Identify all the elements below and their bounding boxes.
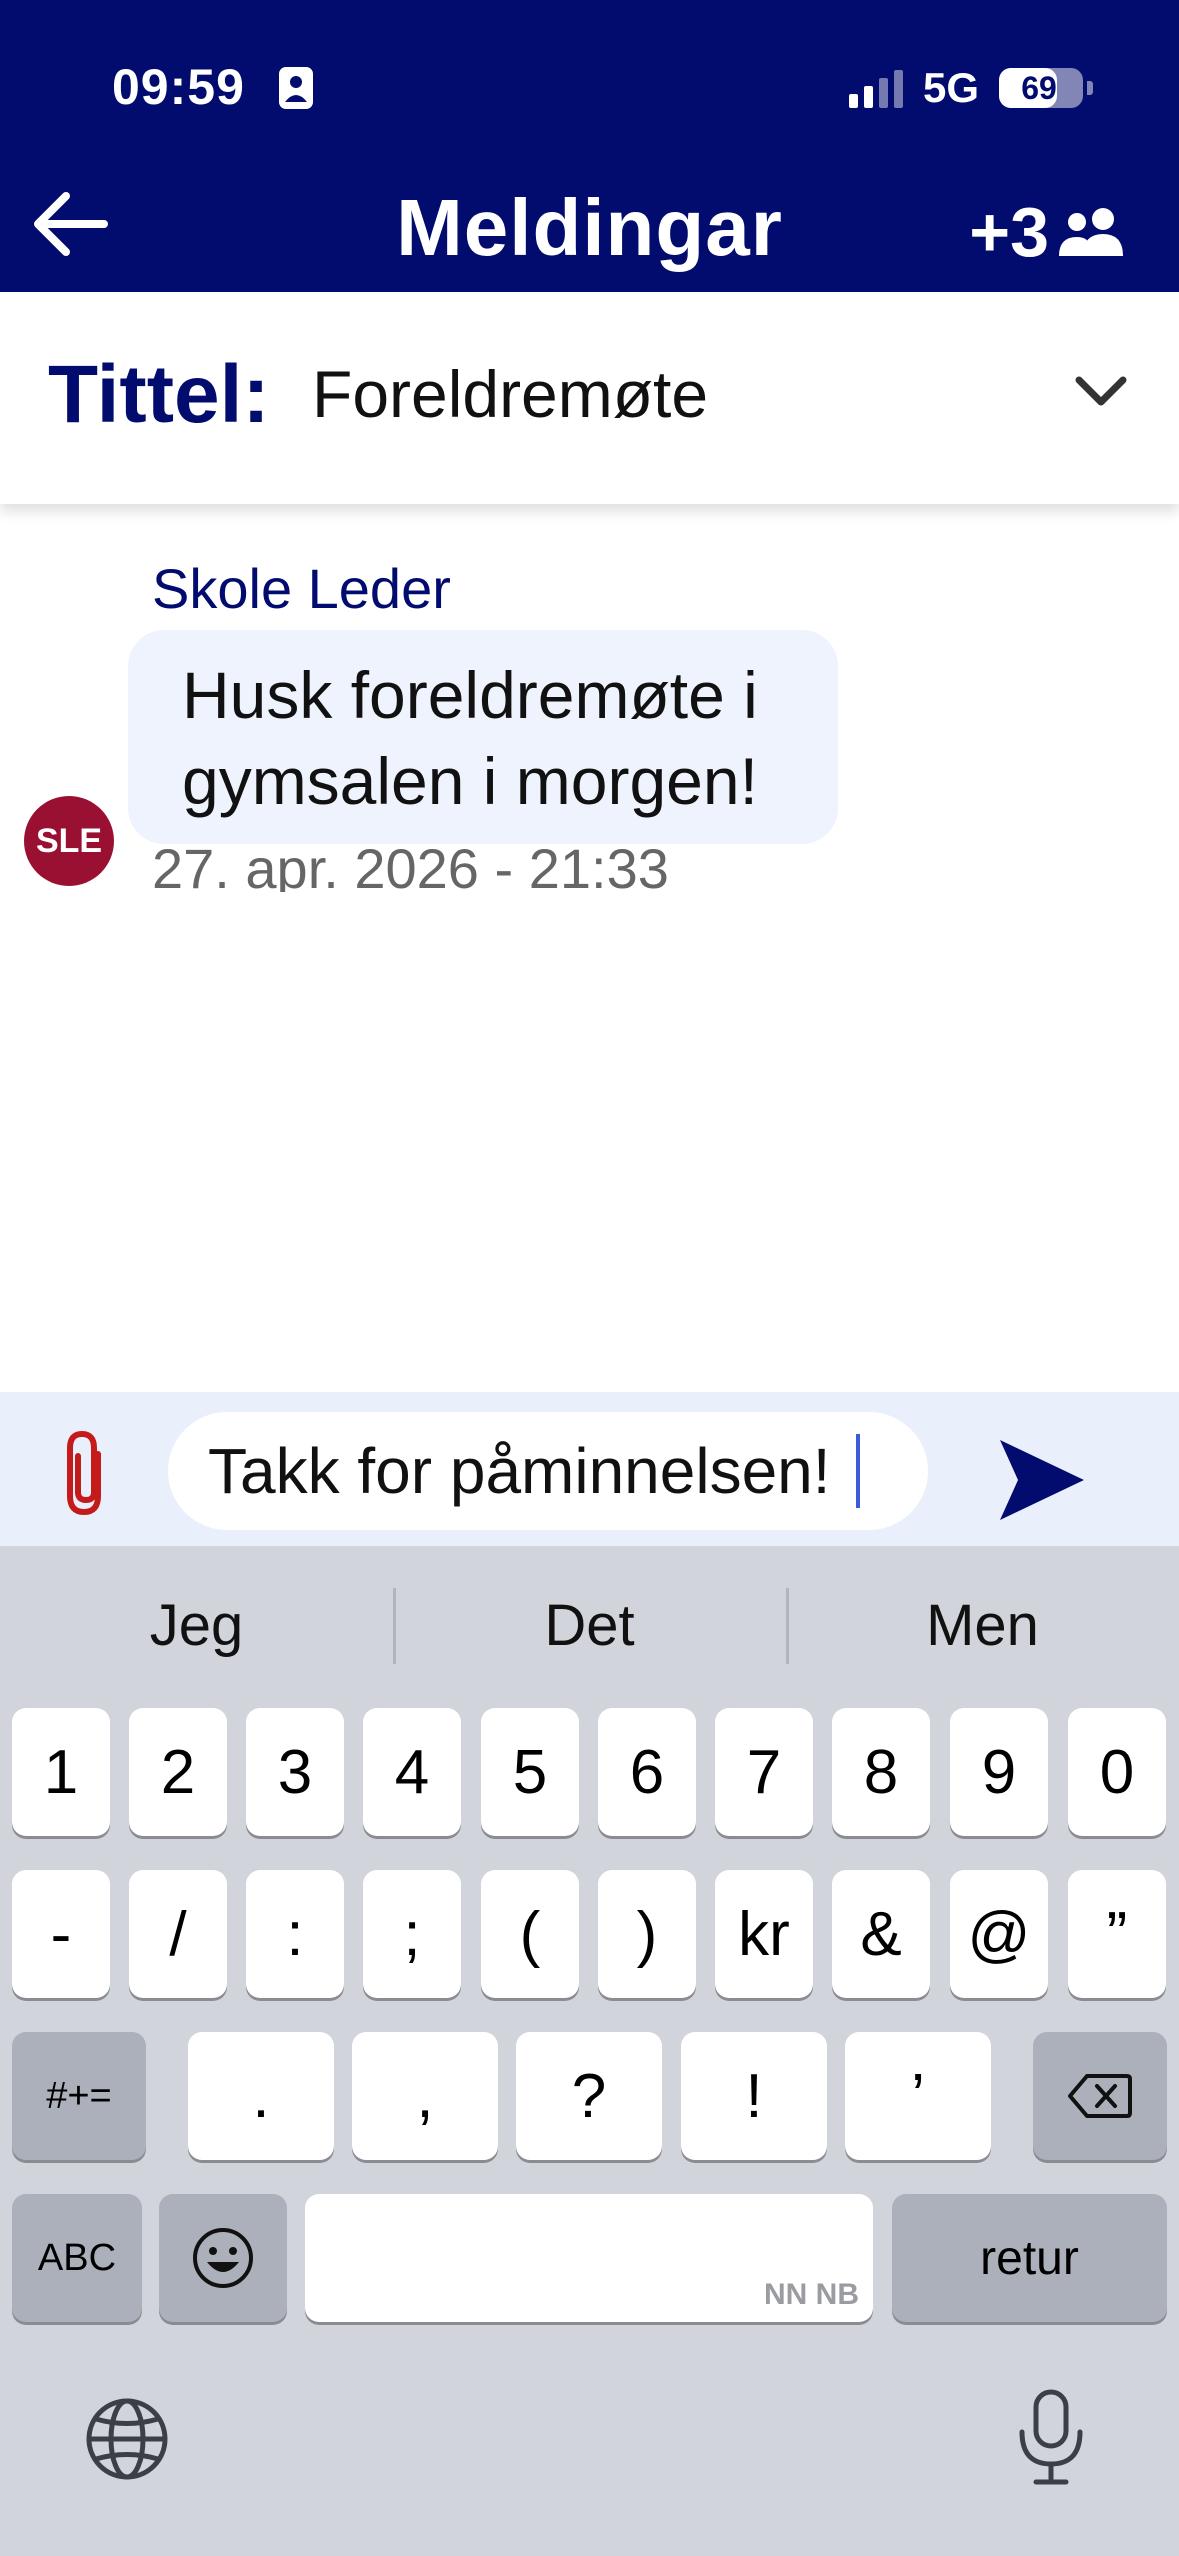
message-bubble[interactable]: Husk foreldremøte i gymsalen i morgen! (128, 630, 838, 844)
key-symbols[interactable]: #+= (12, 2032, 146, 2160)
paperclip-icon[interactable] (60, 1428, 116, 1518)
key-ampersand[interactable]: & (832, 1870, 930, 1998)
key-3[interactable]: 3 (246, 1708, 344, 1836)
message-sender: Skole Leder (152, 557, 451, 620)
key-paren-close[interactable]: ) (598, 1870, 696, 1998)
message-input[interactable] (168, 1412, 928, 1530)
keyboard: Jeg Det Men 1 2 3 4 5 6 7 8 9 0 - / : ; … (0, 1546, 1179, 2556)
backspace-key[interactable] (1033, 2032, 1167, 2160)
title-value: Foreldremøte (312, 357, 709, 431)
key-0[interactable]: 0 (1068, 1708, 1166, 1836)
key-paren-open[interactable]: ( (481, 1870, 579, 1998)
key-at[interactable]: @ (950, 1870, 1048, 1998)
app-header: 09:59 5G 69 Meldingar +3 (0, 0, 1179, 292)
emoji-icon (193, 2228, 253, 2288)
key-abc[interactable]: ABC (12, 2194, 142, 2322)
suggestion-item[interactable]: Jeg (0, 1546, 393, 1706)
key-period[interactable]: . (188, 2032, 334, 2160)
emoji-key[interactable] (159, 2194, 287, 2322)
group-icon (1059, 208, 1123, 256)
participants-button[interactable]: +3 (969, 192, 1129, 272)
key-colon[interactable]: : (246, 1870, 344, 1998)
globe-icon[interactable] (82, 2394, 172, 2484)
key-5[interactable]: 5 (481, 1708, 579, 1836)
status-indicators: 5G 69 (848, 64, 1093, 112)
title-label: Tittel: (48, 349, 270, 440)
key-comma[interactable]: , (352, 2032, 498, 2160)
return-key[interactable]: retur (892, 2194, 1167, 2322)
conversation-title-bar[interactable]: Tittel: Foreldremøte (0, 292, 1179, 504)
suggestion-item[interactable]: Det (393, 1546, 786, 1706)
key-question[interactable]: ? (516, 2032, 662, 2160)
key-4[interactable]: 4 (363, 1708, 461, 1836)
key-quote[interactable]: ” (1068, 1870, 1166, 1998)
key-8[interactable]: 8 (832, 1708, 930, 1836)
microphone-icon[interactable] (1008, 2388, 1094, 2488)
key-semicolon[interactable]: ; (363, 1870, 461, 1998)
participants-count: +3 (969, 193, 1049, 271)
text-cursor (856, 1434, 860, 1508)
key-kr[interactable]: kr (715, 1870, 813, 1998)
space-key[interactable]: NN NB (305, 2194, 873, 2322)
suggestion-bar: Jeg Det Men (0, 1546, 1179, 1706)
battery-icon: 69 (999, 68, 1093, 108)
key-7[interactable]: 7 (715, 1708, 813, 1836)
message-timestamp: 27. apr. 2026 - 21:33 (152, 837, 669, 892)
backspace-icon (1068, 2074, 1132, 2118)
avatar: SLE (24, 796, 114, 886)
key-9[interactable]: 9 (950, 1708, 1048, 1836)
keyboard-language-hint: NN NB (764, 2278, 859, 2311)
key-6[interactable]: 6 (598, 1708, 696, 1836)
suggestion-item[interactable]: Men (786, 1546, 1179, 1706)
network-type: 5G (922, 64, 979, 111)
key-slash[interactable]: / (129, 1870, 227, 1998)
key-apostrophe[interactable]: ’ (845, 2032, 991, 2160)
signal-icon (848, 68, 903, 108)
message-composer (0, 1392, 1179, 1546)
status-time: 09:59 (112, 59, 245, 115)
key-2[interactable]: 2 (129, 1708, 227, 1836)
send-icon[interactable] (996, 1434, 1088, 1526)
chevron-down-icon[interactable] (1071, 360, 1131, 420)
key-exclamation[interactable]: ! (681, 2032, 827, 2160)
battery-level: 69 (1021, 70, 1057, 106)
person-card-icon (279, 67, 313, 109)
key-hyphen[interactable]: - (12, 1870, 110, 1998)
key-1[interactable]: 1 (12, 1708, 110, 1836)
